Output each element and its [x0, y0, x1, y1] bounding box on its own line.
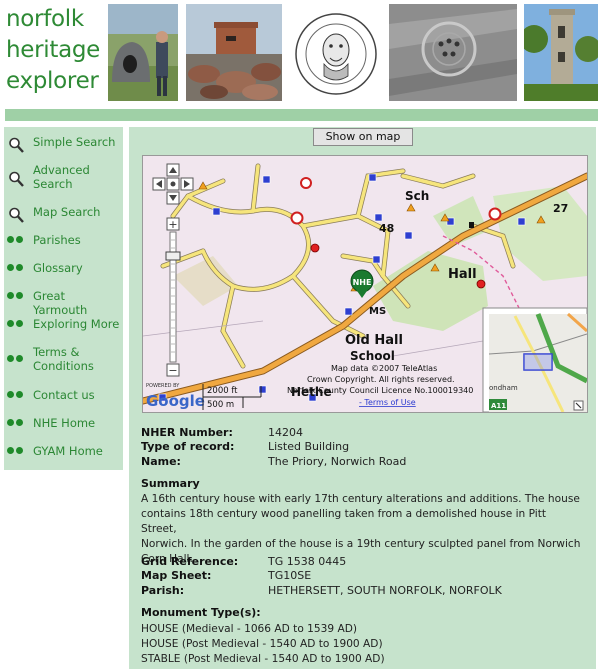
logo-line-1: norfolk	[6, 6, 84, 32]
logo-line-2: heritage	[6, 37, 101, 63]
green-dots-icon	[7, 264, 23, 271]
summary-line-3: Norwich. In the garden of the house is a…	[141, 538, 581, 550]
nher-number-label: NHER Number:	[141, 426, 233, 439]
nav-label: Advanced Search	[33, 163, 90, 191]
nav-advanced-search[interactable]: Advanced Search	[4, 163, 123, 193]
magnifier-icon	[8, 137, 30, 153]
magnifier-icon	[8, 171, 30, 187]
nav-label: Parishes	[33, 233, 81, 247]
map-marker-label[interactable]: NHE	[353, 278, 372, 287]
inset-label-a11: A11	[491, 402, 506, 410]
nav-label: Exploring More	[33, 317, 120, 331]
green-dots-icon	[7, 320, 23, 327]
show-on-map-button[interactable]: Show on map	[313, 128, 413, 146]
map-canvas[interactable]: NHE Sch 48 27 Hall MS Old Hall School He…	[143, 156, 587, 412]
map-label-48: 48	[379, 222, 394, 235]
monument-type-item: STABLE (Post Medieval - 1540 AD to 1900 …	[141, 653, 385, 665]
nav-great-yarmouth[interactable]: Great Yarmouth	[4, 289, 123, 317]
site-logo[interactable]: norfolk heritage explorer	[6, 4, 106, 97]
monument-type-item: HOUSE (Medieval - 1066 AD to 1539 AD)	[141, 623, 358, 635]
svg-text:−: −	[168, 364, 177, 377]
map-label-hall: Hall	[448, 267, 477, 282]
map-label-school: School	[350, 349, 395, 363]
green-dots-icon	[7, 292, 23, 299]
green-dots-icon	[7, 447, 23, 454]
map-view[interactable]: NHE Sch 48 27 Hall MS Old Hall School He…	[142, 155, 588, 413]
nav-label: Simple Search	[33, 135, 116, 149]
monument-types-heading: Monument Type(s):	[141, 606, 261, 619]
green-dots-icon	[7, 419, 23, 426]
record-type-label: Type of record:	[141, 440, 235, 453]
map-sheet-label: Map Sheet:	[141, 569, 212, 582]
summary-heading: Summary	[141, 477, 200, 490]
summary-line-1: A 16th century house with early 17th cen…	[141, 493, 580, 505]
nav-map-search[interactable]: Map Search	[4, 205, 123, 223]
map-label-sch: Sch	[405, 189, 429, 203]
logo-line-3: explorer	[6, 68, 99, 94]
map-scale-ft: 2000 ft	[207, 386, 238, 396]
nav-contact-us[interactable]: Contact us	[4, 388, 123, 406]
grid-reference-value: TG 1538 0445	[268, 555, 347, 568]
nav-label: Terms & Conditions	[33, 345, 94, 373]
nav-label: Great Yarmouth	[33, 289, 88, 317]
record-name-value: The Priory, Norwich Road	[268, 455, 407, 468]
header-divider	[5, 109, 598, 121]
green-dots-icon	[7, 355, 23, 362]
nav-label: Contact us	[33, 388, 95, 402]
nav-glossary[interactable]: Glossary	[4, 261, 123, 279]
green-dots-icon	[7, 391, 23, 398]
parish-value: HETHERSETT, SOUTH NORFOLK, NORFOLK	[268, 584, 502, 597]
header-photo-bunker	[186, 4, 282, 101]
inset-label-ondham: ondham	[489, 384, 518, 392]
monument-type-item: HOUSE (Post Medieval - 1540 AD to 1900 A…	[141, 638, 383, 650]
parish-label: Parish:	[141, 584, 185, 597]
grid-reference-label: Grid Reference:	[141, 555, 239, 568]
header-photo-aerial	[389, 4, 517, 101]
map-copyright-3: Norfolk County Council Licence No.100019…	[287, 386, 473, 395]
sidebar-nav: Simple Search Advanced Search Map Search…	[4, 127, 123, 470]
nav-exploring-more[interactable]: Exploring More	[4, 317, 123, 335]
map-copyright-1: Map data ©2007 TeleAtlas	[331, 364, 437, 373]
nav-gyam-home[interactable]: GYAM Home	[4, 444, 123, 462]
nav-label: Glossary	[33, 261, 83, 275]
nav-terms-conditions[interactable]: Terms & Conditions	[4, 345, 123, 375]
map-label-27: 27	[553, 202, 568, 215]
record-name-label: Name:	[141, 455, 181, 468]
svg-text:+: +	[168, 218, 177, 231]
summary-line-2: contains 18th century wood panelling tak…	[141, 508, 547, 535]
monument-types-list: HOUSE (Medieval - 1066 AD to 1539 AD) HO…	[141, 622, 581, 667]
site-header: norfolk heritage explorer	[0, 0, 600, 108]
nav-label: NHE Home	[33, 416, 96, 430]
nav-nhe-home[interactable]: NHE Home	[4, 416, 123, 434]
map-terms-link[interactable]: - Terms of Use	[359, 398, 416, 407]
header-photo-church	[524, 4, 598, 101]
map-overview-inset[interactable]: ondham A11	[482, 307, 587, 412]
nav-label: GYAM Home	[33, 444, 103, 458]
header-drawing-seal	[290, 4, 383, 101]
record-type-value: Listed Building	[268, 440, 350, 453]
map-copyright-2: Crown Copyright. All rights reserved.	[307, 375, 455, 384]
map-sheet-value: TG10SE	[268, 569, 312, 582]
header-photo-kiln	[108, 4, 178, 101]
map-scale-m: 500 m	[207, 400, 234, 410]
magnifier-icon	[8, 207, 30, 223]
nav-simple-search[interactable]: Simple Search	[4, 135, 123, 153]
google-logo[interactable]: Google	[146, 392, 205, 410]
map-label-old-hall: Old Hall	[345, 333, 403, 348]
nav-label: Map Search	[33, 205, 101, 219]
nav-parishes[interactable]: Parishes	[4, 233, 123, 251]
map-powered-by: POWERED BY	[146, 383, 180, 389]
nher-number-value: 14204	[268, 426, 303, 439]
green-dots-icon	[7, 236, 23, 243]
map-label-ms: MS	[369, 306, 386, 317]
map-zoom-slider-handle	[165, 251, 181, 261]
